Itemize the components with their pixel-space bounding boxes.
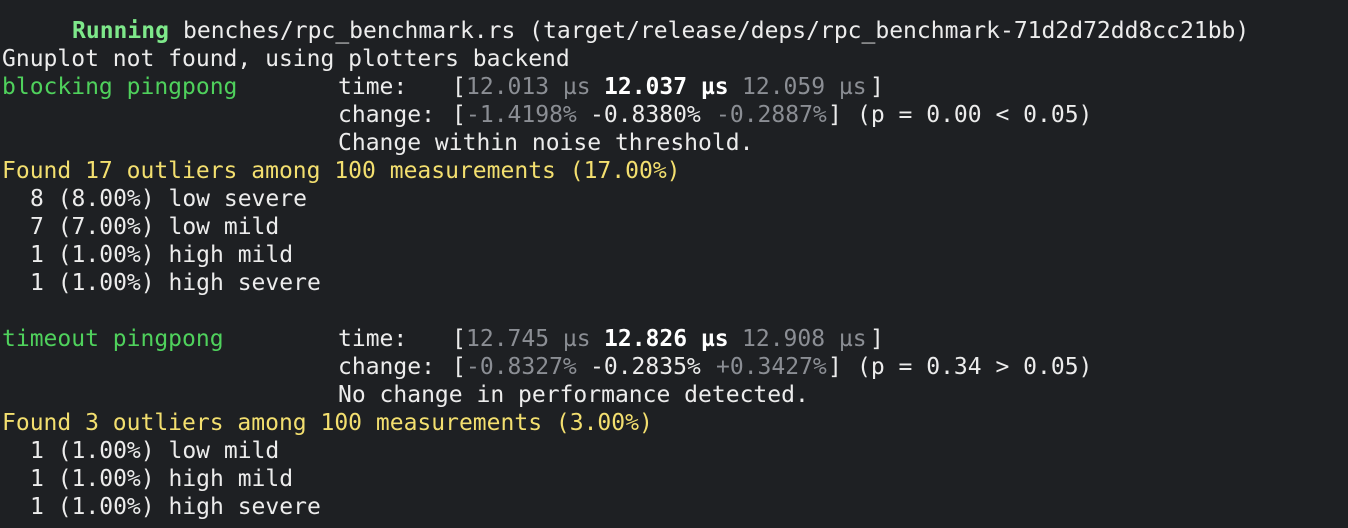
change-high: -0.2887% xyxy=(716,102,827,128)
time-mid: 12.037 µs xyxy=(604,74,729,100)
time-label: time: xyxy=(338,74,408,100)
bench-change-line: change: [ -1.4198% -0.8380% -0.2887% ] (… xyxy=(0,101,1348,129)
outlier-line: 1 (1.00%) high severe xyxy=(0,269,1348,297)
bench-verdict-line: No change in performance detected. xyxy=(0,381,1348,409)
outlier-entry: 1 (1.00%) high severe xyxy=(30,270,321,296)
bench-time-line: blocking pingpong time: [ 12.013 µs 12.0… xyxy=(0,73,1348,101)
outlier-line: 1 (1.00%) high mild xyxy=(0,465,1348,493)
change-open-bracket: [ xyxy=(452,354,466,380)
running-keyword: Running xyxy=(72,18,169,44)
time-open-bracket: [ xyxy=(452,74,466,100)
p-value: (p = 0.00 < 0.05) xyxy=(857,102,1093,128)
time-label: time: xyxy=(338,326,408,352)
terminal-output[interactable]: Running benches/rpc_benchmark.rs (target… xyxy=(0,0,1348,528)
time-close-bracket: ] xyxy=(870,74,884,100)
change-close-bracket: ] xyxy=(828,102,842,128)
gnuplot-line: Gnuplot not found, using plotters backen… xyxy=(0,45,1348,73)
outliers-summary-line: Found 17 outliers among 100 measurements… xyxy=(0,157,1348,185)
verdict: Change within noise threshold. xyxy=(338,130,754,156)
time-close-bracket: ] xyxy=(870,326,884,352)
outlier-entry: 1 (1.00%) high mild xyxy=(30,242,294,268)
outlier-line: 1 (1.00%) low mild xyxy=(0,437,1348,465)
change-mid: -0.2835% xyxy=(590,354,701,380)
outlier-entry: 1 (1.00%) high severe xyxy=(30,494,321,520)
verdict: No change in performance detected. xyxy=(338,382,809,408)
p-value: (p = 0.34 > 0.05) xyxy=(857,354,1093,380)
time-mid: 12.826 µs xyxy=(604,326,729,352)
outliers-summary-line: Found 3 outliers among 100 measurements … xyxy=(0,409,1348,437)
change-close-bracket: ] xyxy=(828,354,842,380)
time-low: 12.745 µs xyxy=(466,326,591,352)
change-label: change: xyxy=(338,354,435,380)
outlier-entry: 8 (8.00%) low severe xyxy=(30,186,307,212)
outlier-entry: 1 (1.00%) low mild xyxy=(30,438,280,464)
time-high: 12.059 µs xyxy=(742,74,867,100)
change-mid: -0.8380% xyxy=(590,102,701,128)
bench-name: timeout pingpong xyxy=(2,326,224,352)
outlier-entry: 7 (7.00%) low mild xyxy=(30,214,280,240)
change-low: -0.8327% xyxy=(466,354,577,380)
outlier-entry: 1 (1.00%) high mild xyxy=(30,466,294,492)
time-open-bracket: [ xyxy=(452,326,466,352)
outlier-line: 1 (1.00%) high mild xyxy=(0,241,1348,269)
bench-time-line: timeout pingpong time: [ 12.745 µs 12.82… xyxy=(0,325,1348,353)
running-line: Running benches/rpc_benchmark.rs (target… xyxy=(0,17,1348,45)
outliers-summary: Found 3 outliers among 100 measurements … xyxy=(2,410,653,436)
bench-change-line: change: [ -0.8327% -0.2835% +0.3427% ] (… xyxy=(0,353,1348,381)
change-label: change: xyxy=(338,102,435,128)
outliers-summary: Found 17 outliers among 100 measurements… xyxy=(2,158,681,184)
time-high: 12.908 µs xyxy=(742,326,867,352)
outlier-line: 8 (8.00%) low severe xyxy=(0,185,1348,213)
gnuplot-message: Gnuplot not found, using plotters backen… xyxy=(2,46,570,72)
change-low: -1.4198% xyxy=(466,102,577,128)
time-low: 12.013 µs xyxy=(466,74,591,100)
outlier-line: 7 (7.00%) low mild xyxy=(0,213,1348,241)
bench-verdict-line: Change within noise threshold. xyxy=(0,129,1348,157)
change-open-bracket: [ xyxy=(452,102,466,128)
bench-name: blocking pingpong xyxy=(2,74,238,100)
running-target: benches/rpc_benchmark.rs (target/release… xyxy=(183,18,1250,44)
change-high: +0.3427% xyxy=(716,354,827,380)
outlier-line: 1 (1.00%) high severe xyxy=(0,493,1348,521)
